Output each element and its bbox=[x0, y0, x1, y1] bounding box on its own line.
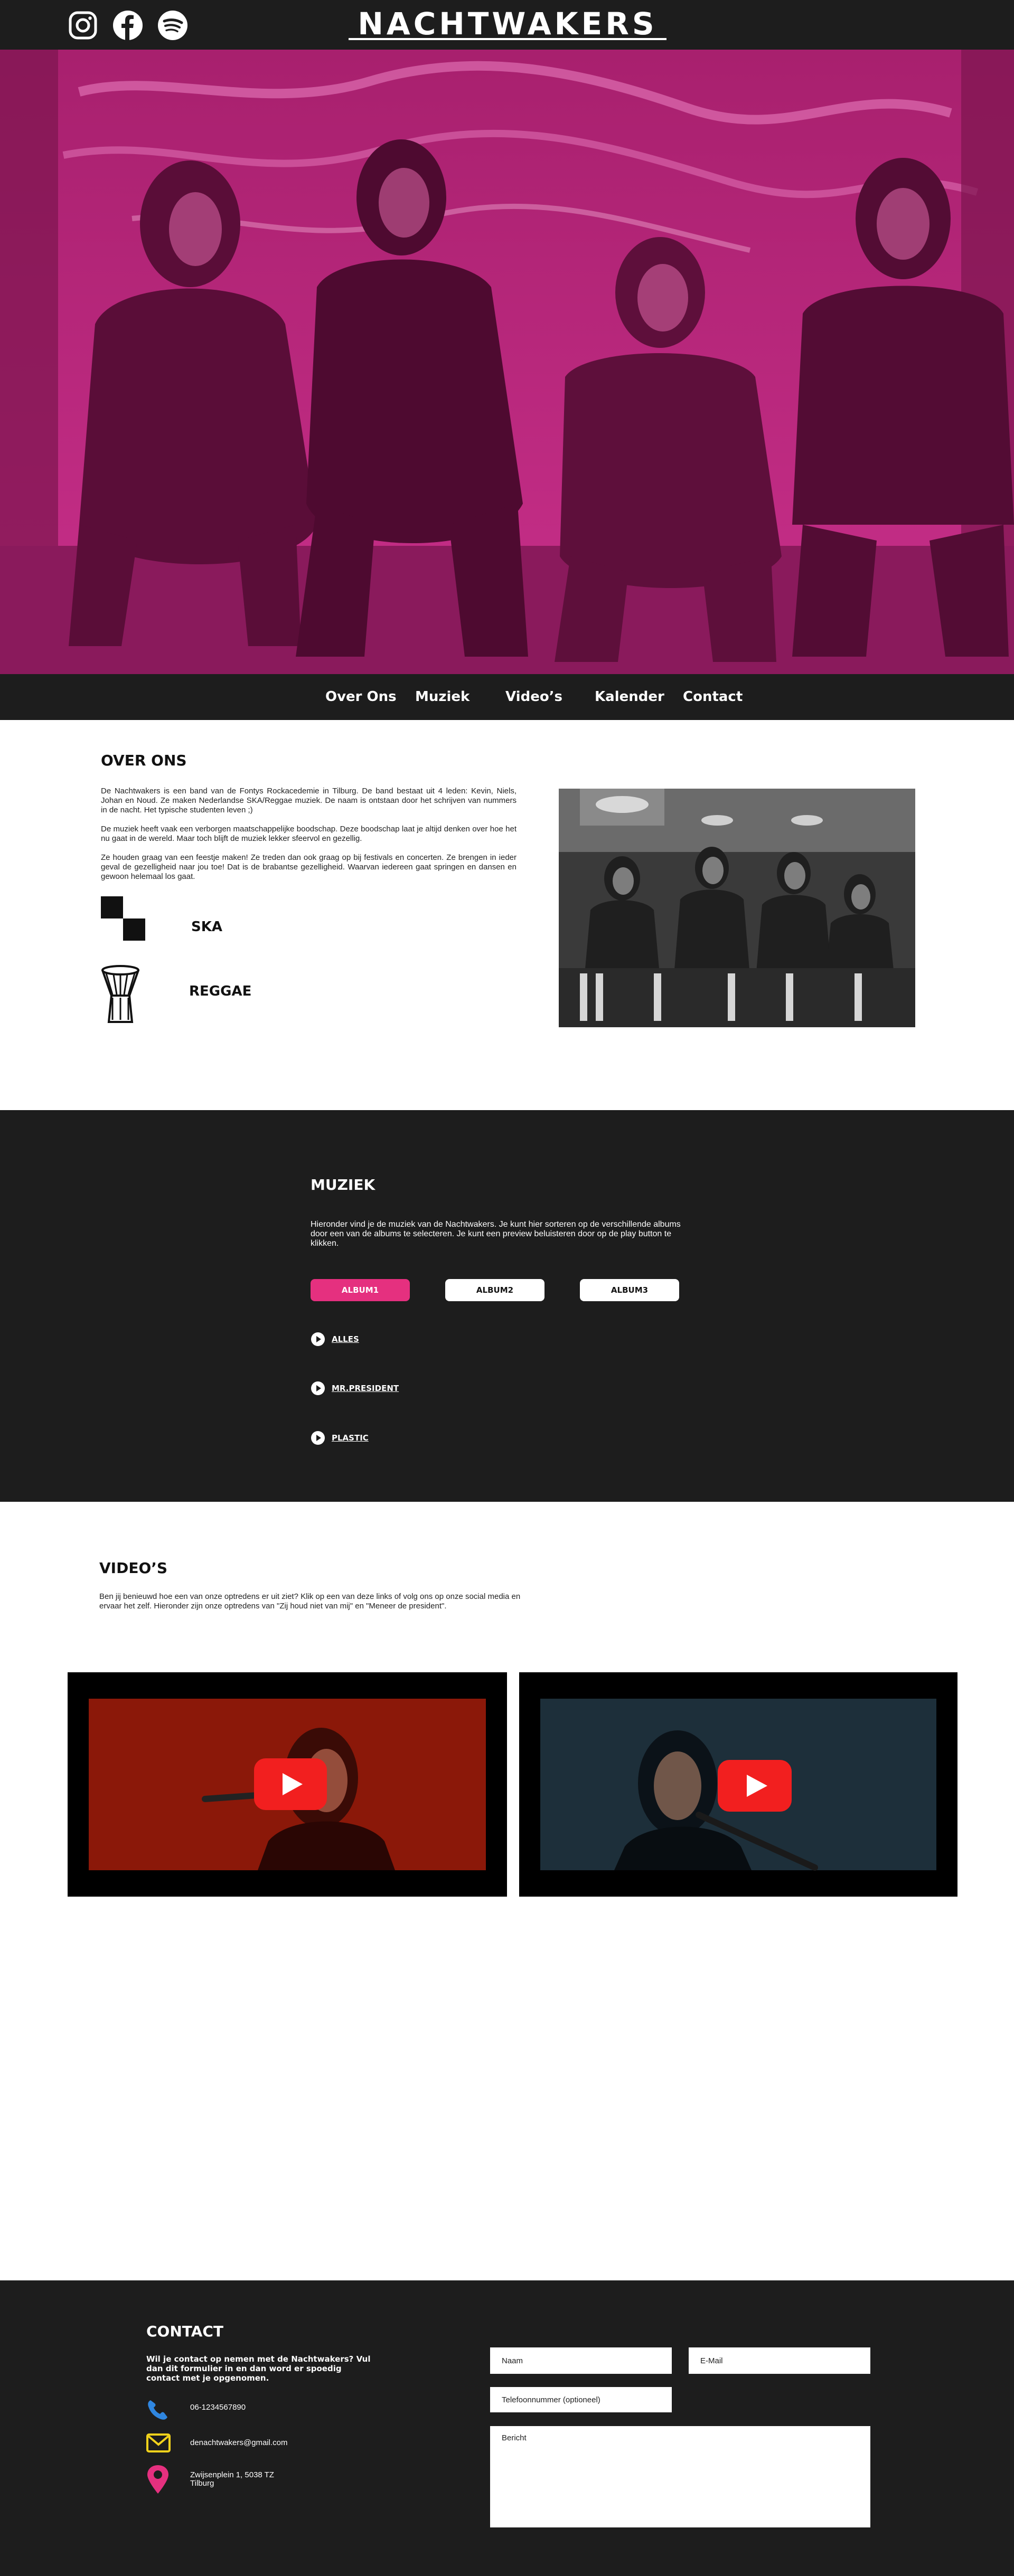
instagram-icon[interactable] bbox=[67, 10, 99, 41]
track-label[interactable]: ALLES bbox=[332, 1334, 359, 1344]
nav-item-videos[interactable]: Video’s bbox=[505, 674, 562, 720]
track-item[interactable]: ALLES bbox=[311, 1331, 359, 1347]
phone-field[interactable] bbox=[490, 2387, 672, 2412]
email-field[interactable] bbox=[689, 2347, 870, 2374]
videos-description: Ben jij benieuwd hoe een van onze optred… bbox=[99, 1592, 521, 1611]
music-title: MUZIEK bbox=[311, 1176, 375, 1194]
track-label[interactable]: MR.PRESIDENT bbox=[332, 1384, 399, 1393]
phone-icon bbox=[148, 2400, 167, 2420]
genre-reggae-label: REGGAE bbox=[189, 983, 252, 999]
video-embed-1[interactable] bbox=[68, 1672, 507, 1897]
main-nav: Over Ons Muziek Video’s Kalender Contact bbox=[0, 674, 1014, 720]
music-description: Hieronder vind je de muziek van de Nacht… bbox=[311, 1220, 681, 1248]
play-circle-icon[interactable] bbox=[311, 1381, 325, 1396]
about-title: OVER ONS bbox=[101, 752, 187, 769]
checkered-flag-icon bbox=[101, 896, 145, 941]
about-band-photo bbox=[559, 789, 915, 1027]
youtube-play-icon[interactable] bbox=[254, 1758, 327, 1810]
play-circle-icon[interactable] bbox=[311, 1332, 325, 1347]
album2-button[interactable]: ALBUM2 bbox=[445, 1279, 544, 1301]
email-icon bbox=[146, 2433, 171, 2452]
logo-underline bbox=[349, 38, 666, 40]
album3-button[interactable]: ALBUM3 bbox=[580, 1279, 679, 1301]
about-paragraph-2: De muziek heeft vaak een verborgen maats… bbox=[101, 825, 517, 843]
contact-title: CONTACT bbox=[146, 2323, 224, 2340]
track-label[interactable]: PLASTIC bbox=[332, 1433, 369, 1443]
contact-address-line2: Tilburg bbox=[190, 2479, 214, 2488]
page: NACHTWAKERS Over Ons Muziek Video’s Kale… bbox=[0, 0, 1014, 2576]
contact-email[interactable]: denachtwakers@gmail.com bbox=[190, 2438, 287, 2448]
about-paragraph-3: Ze houden graag van een feestje maken! Z… bbox=[101, 853, 517, 881]
facebook-icon[interactable] bbox=[112, 10, 144, 41]
location-pin-icon bbox=[147, 2465, 168, 2494]
spotify-icon[interactable] bbox=[157, 10, 189, 41]
play-circle-icon[interactable] bbox=[311, 1431, 325, 1445]
hero-band-photo bbox=[0, 50, 1014, 674]
genre-ska-label: SKA bbox=[191, 919, 222, 935]
contact-address-row bbox=[146, 2464, 170, 2495]
music-section: MUZIEK Hieronder vind je de muziek van d… bbox=[0, 1110, 1014, 1502]
nav-item-muziek[interactable]: Muziek bbox=[415, 674, 470, 720]
nav-item-over-ons[interactable]: Over Ons bbox=[325, 674, 397, 720]
contact-email-row bbox=[146, 2433, 171, 2452]
nav-item-kalender[interactable]: Kalender bbox=[595, 674, 664, 720]
message-field[interactable] bbox=[490, 2426, 870, 2527]
contact-section: CONTACT Wil je contact op nemen met de N… bbox=[0, 2280, 1014, 2576]
about-paragraph-1: De Nachtwakers is een band van de Fontys… bbox=[101, 787, 517, 815]
band-logo[interactable]: NACHTWAKERS bbox=[346, 7, 669, 40]
djembe-drum-icon bbox=[101, 965, 140, 1024]
nav-item-contact[interactable]: Contact bbox=[683, 674, 743, 720]
contact-description: Wil je contact op nemen met de Nachtwake… bbox=[146, 2354, 371, 2383]
video-embed-2[interactable] bbox=[519, 1672, 957, 1897]
youtube-play-icon[interactable] bbox=[718, 1760, 792, 1812]
contact-phone-row bbox=[146, 2398, 170, 2421]
top-header: NACHTWAKERS bbox=[0, 0, 1014, 50]
track-item[interactable]: MR.PRESIDENT bbox=[311, 1380, 399, 1396]
track-item[interactable]: PLASTIC bbox=[311, 1430, 369, 1446]
contact-phone[interactable]: 06-1234567890 bbox=[190, 2403, 246, 2412]
album1-button[interactable]: ALBUM1 bbox=[311, 1279, 410, 1301]
videos-title: VIDEO’S bbox=[99, 1559, 168, 1577]
name-field[interactable] bbox=[490, 2347, 672, 2374]
